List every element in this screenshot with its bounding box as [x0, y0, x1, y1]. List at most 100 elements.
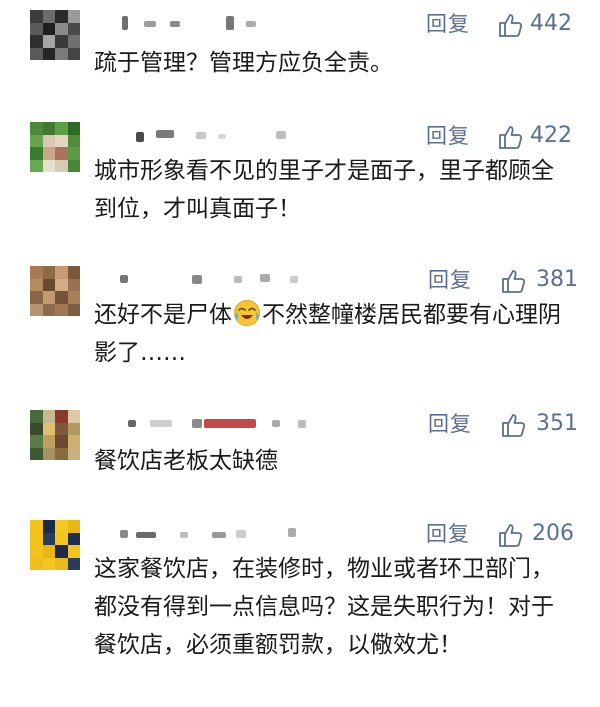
- avatar[interactable]: [30, 520, 80, 570]
- avatar-pixel: [42, 122, 55, 135]
- avatar-pixel: [67, 35, 80, 48]
- avatar-pixel: [55, 435, 68, 448]
- avatar-pixel: [30, 10, 43, 23]
- avatar-pixel: [67, 422, 80, 435]
- avatar-pixel: [30, 447, 43, 460]
- avatar[interactable]: [30, 10, 80, 60]
- avatar-pixel: [42, 22, 55, 35]
- username-blurred[interactable]: [100, 272, 310, 286]
- username-blurred[interactable]: [100, 16, 310, 30]
- reply-button[interactable]: 回复: [426, 122, 470, 150]
- avatar-pixel: [55, 532, 68, 545]
- avatar-pixel: [55, 410, 68, 423]
- thumbs-up-icon[interactable]: [497, 522, 523, 548]
- thumbs-up-icon[interactable]: [497, 12, 523, 38]
- comment-text-part: 还好不是尸体: [94, 302, 232, 328]
- avatar-pixel: [30, 266, 43, 279]
- avatar-pixel: [42, 278, 55, 291]
- avatar-pixel: [42, 435, 55, 448]
- avatar-pixel: [30, 122, 43, 135]
- avatar-pixel: [42, 545, 55, 558]
- avatar-pixel: [55, 47, 68, 60]
- username-blurred[interactable]: [100, 526, 310, 540]
- like-count: 422: [530, 123, 572, 148]
- comment-item: 回复 422 城市形象看不见的里子才是面子，里子都顾全到位，才叫真面子！: [0, 122, 600, 252]
- comment-text: 城市形象看不见的里子才是面子，里子都顾全到位，才叫真面子！: [94, 158, 554, 222]
- reply-button[interactable]: 回复: [426, 10, 470, 38]
- avatar-pixel: [55, 520, 68, 533]
- thumbs-up-icon[interactable]: [500, 268, 526, 294]
- like-count: 442: [530, 11, 572, 36]
- avatar-pixel: [30, 303, 43, 316]
- avatar-pixel: [67, 291, 80, 304]
- thumbs-up-icon[interactable]: [497, 124, 523, 150]
- avatar-pixel: [67, 47, 80, 60]
- avatar-pixel: [42, 134, 55, 147]
- username-blurred[interactable]: [100, 416, 310, 430]
- avatar-pixel: [42, 266, 55, 279]
- avatar-pixel: [42, 303, 55, 316]
- reply-button[interactable]: 回复: [428, 410, 472, 438]
- avatar-pixel: [42, 291, 55, 304]
- username-blurred[interactable]: [100, 128, 310, 142]
- avatar-pixel: [67, 410, 80, 423]
- avatar-pixel: [55, 557, 68, 570]
- avatar-pixel: [30, 22, 43, 35]
- avatar-pixel: [55, 10, 68, 23]
- avatar-pixel: [30, 147, 43, 160]
- avatar-pixel: [55, 303, 68, 316]
- like-count: 351: [536, 411, 578, 436]
- avatar-pixel: [67, 545, 80, 558]
- avatar-pixel: [67, 22, 80, 35]
- avatar-pixel: [42, 447, 55, 460]
- avatar-pixel: [67, 266, 80, 279]
- avatar-pixel: [55, 291, 68, 304]
- avatar[interactable]: [30, 266, 80, 316]
- avatar-pixel: [55, 266, 68, 279]
- crying-laughing-emoji-icon: [234, 300, 260, 326]
- avatar-pixel: [42, 532, 55, 545]
- avatar-pixel: [67, 435, 80, 448]
- avatar-pixel: [67, 303, 80, 316]
- avatar-pixel: [30, 435, 43, 448]
- avatar-pixel: [55, 22, 68, 35]
- avatar-pixel: [30, 278, 43, 291]
- avatar-pixel: [55, 35, 68, 48]
- like-count: 206: [532, 521, 574, 546]
- avatar-pixel: [67, 159, 80, 172]
- avatar-pixel: [55, 134, 68, 147]
- avatar-pixel: [30, 35, 43, 48]
- comment-text: 还好不是尸体 不然整幢楼居民都要有心理阴影了……: [94, 296, 569, 372]
- avatar-pixel: [30, 134, 43, 147]
- comment-item: 回复 351 餐饮店老板太缺德: [0, 410, 600, 490]
- avatar-pixel: [42, 10, 55, 23]
- avatar-pixel: [67, 122, 80, 135]
- like-count: 381: [536, 267, 578, 292]
- avatar-pixel: [67, 447, 80, 460]
- avatar-pixel: [67, 10, 80, 23]
- avatar-pixel: [42, 422, 55, 435]
- avatar-pixel: [30, 520, 43, 533]
- avatar-pixel: [42, 35, 55, 48]
- avatar-pixel: [42, 410, 55, 423]
- avatar[interactable]: [30, 122, 80, 172]
- avatar-pixel: [30, 532, 43, 545]
- avatar-pixel: [42, 520, 55, 533]
- avatar-pixel: [67, 278, 80, 291]
- avatar-pixel: [30, 291, 43, 304]
- comment-text: 疏于管理？管理方应负全责。: [94, 50, 393, 76]
- comment-text: 这家餐饮店，在装修时，物业或者环卫部门，都没有得到一点信息吗？这是失职行为！对于…: [94, 556, 554, 658]
- avatar-pixel: [55, 447, 68, 460]
- avatar-pixel: [67, 557, 80, 570]
- avatar[interactable]: [30, 410, 80, 460]
- avatar-pixel: [42, 147, 55, 160]
- avatar-pixel: [30, 557, 43, 570]
- reply-button[interactable]: 回复: [426, 520, 470, 548]
- comment-text: 餐饮店老板太缺德: [94, 448, 278, 474]
- avatar-pixel: [30, 410, 43, 423]
- thumbs-up-icon[interactable]: [500, 412, 526, 438]
- avatar-pixel: [30, 47, 43, 60]
- reply-button[interactable]: 回复: [428, 266, 472, 294]
- avatar-pixel: [55, 422, 68, 435]
- avatar-pixel: [55, 147, 68, 160]
